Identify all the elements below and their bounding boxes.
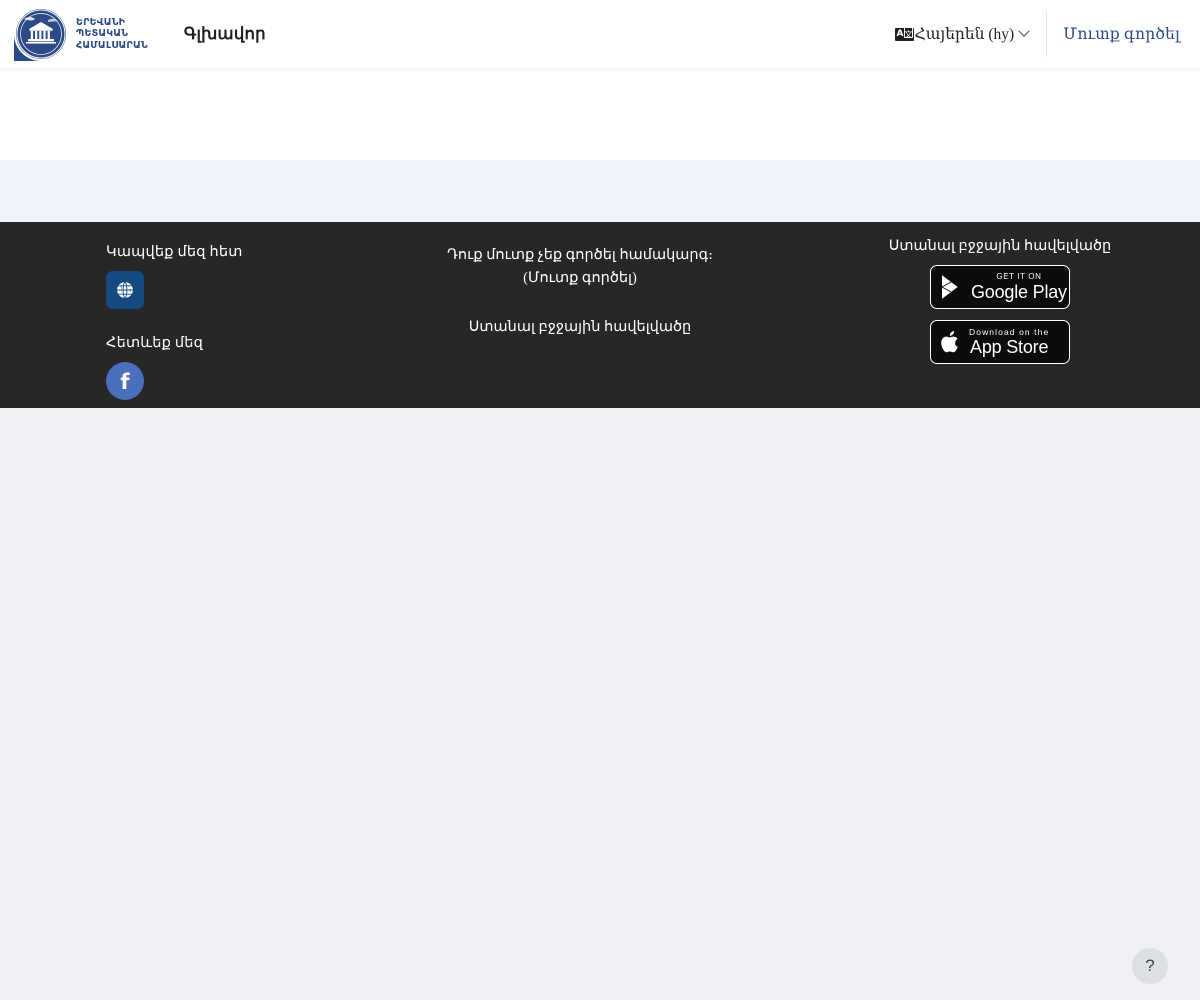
page-background: [0, 408, 1200, 1000]
google-play-main-label: Google Play: [971, 282, 1067, 302]
navbar-divider: [1046, 11, 1048, 57]
login-link[interactable]: Մուտք գործել: [1051, 19, 1192, 50]
mobile-app-heading: Ստանալ բջջային հավելվածը: [888, 238, 1112, 254]
navbar-right-group: Հայերեն (hy) Մուտք գործել: [889, 11, 1200, 57]
footer-contact-column: Կապվեք մեզ հետ Հետևեք մեզ f: [0, 222, 360, 408]
footer-mobile-column: Ստանալ բջջային հավելվածը GET IT ON Googl…: [800, 222, 1200, 408]
login-status-text: Դուք մուտք չեք գործել համակարգ։ (Մուտք գ…: [446, 247, 714, 286]
apple-icon: [940, 329, 962, 355]
mobile-app-link[interactable]: Ստանալ բջջային հավելվածը: [360, 319, 800, 336]
question-mark-icon: ?: [1145, 956, 1155, 975]
follow-heading: Հետևեք մեզ: [106, 335, 204, 351]
course-footer-band: [0, 160, 1200, 222]
main-content-region: [0, 68, 1200, 160]
help-button[interactable]: ?: [1132, 948, 1168, 984]
university-logo-icon: [12, 5, 70, 63]
brand-name-text: ԵՐԵՎԱՆԻ ՊԵՏԱԿԱՆ ՀԱՄԱԼՍԱՐԱՆ: [76, 16, 148, 51]
chevron-down-icon: [1018, 25, 1030, 37]
facebook-icon: f: [120, 369, 130, 394]
facebook-link-button[interactable]: f: [106, 362, 144, 400]
website-link-button[interactable]: [106, 271, 144, 309]
brand-home-link[interactable]: ԵՐԵՎԱՆԻ ՊԵՏԱԿԱՆ ՀԱՄԱԼՍԱՐԱՆ: [12, 5, 148, 63]
language-label: Հայերեն (hy): [914, 25, 1015, 43]
footer-login-status-column: Դուք մուտք չեք գործել համակարգ։ (Մուտք գ…: [360, 222, 800, 408]
google-play-badge[interactable]: GET IT ON Google Play: [930, 265, 1070, 309]
google-play-top-label: GET IT ON: [996, 272, 1042, 281]
translate-icon: [894, 26, 914, 41]
top-navbar: ԵՐԵՎԱՆԻ ՊԵՏԱԿԱՆ ՀԱՄԱԼՍԱՐԱՆ Գլխավոր Հայեր…: [0, 0, 1200, 68]
app-store-main-label: App Store: [970, 337, 1049, 358]
page-footer: Կապվեք մեզ հետ Հետևեք մեզ f Դուք մուտք չ…: [0, 222, 1200, 408]
contact-heading: Կապվեք մեզ հետ: [106, 244, 243, 260]
google-play-icon: [940, 274, 964, 300]
globe-icon: [116, 281, 134, 299]
language-selector[interactable]: Հայերեն (hy): [889, 19, 1039, 50]
app-store-badge[interactable]: Download on the App Store: [930, 320, 1070, 364]
app-store-top-label: Download on the: [969, 326, 1050, 337]
nav-item-home[interactable]: Գլխավոր: [184, 24, 266, 44]
